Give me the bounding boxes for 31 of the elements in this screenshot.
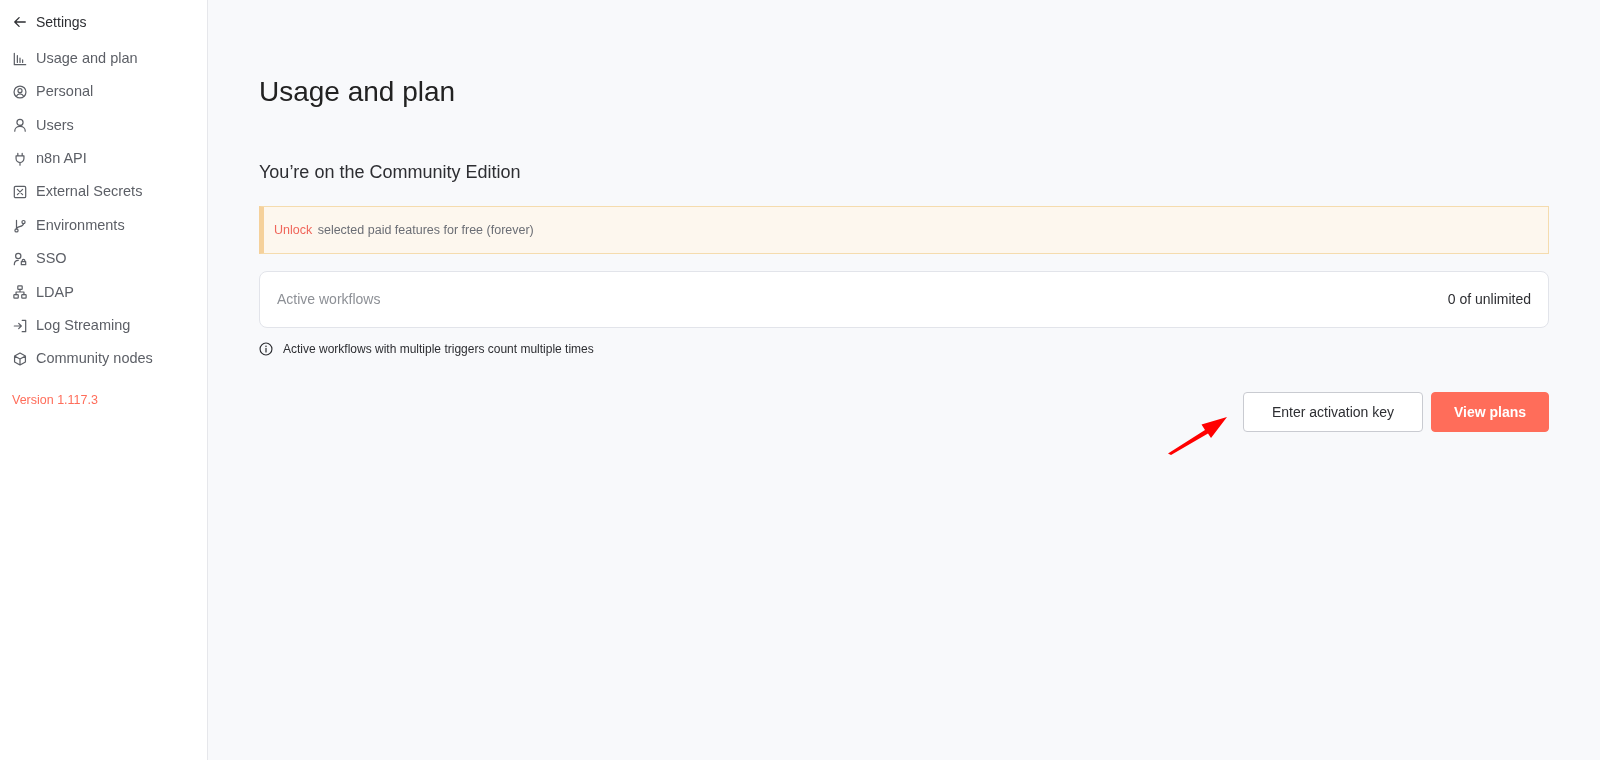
network-icon: [13, 285, 27, 300]
sidebar-item[interactable]: LDAP: [0, 275, 74, 310]
cube-icon: [13, 352, 27, 367]
back-link[interactable]: Settings: [0, 12, 87, 32]
usage-label: Active workflows: [277, 290, 381, 309]
promo-text: Unlock selected paid features for free (forever): [274, 221, 534, 239]
sidebar-item[interactable]: Log Streaming: [0, 309, 131, 343]
sidebar-item[interactable]: Environments: [0, 208, 125, 243]
back-arrow-icon: [13, 15, 27, 29]
square-x-icon: [13, 185, 27, 200]
plug-icon: [13, 151, 27, 166]
sidebar-item[interactable]: Personal: [0, 75, 94, 109]
sidebar-item[interactable]: Community nodes: [0, 342, 153, 376]
plan-heading: You’re on the Community Edition: [259, 161, 522, 183]
user-circle-icon: [13, 85, 27, 100]
sidebar-item[interactable]: Usage and plan: [0, 42, 138, 76]
info-icon: [259, 342, 273, 356]
sidebar-item[interactable]: n8n API: [0, 142, 87, 176]
sidebar-item[interactable]: External Secrets: [0, 175, 143, 209]
bar-chart-icon: [13, 51, 27, 66]
usage-value: 0 of unlimited: [1447, 290, 1531, 309]
sidebar-item[interactable]: Users: [0, 108, 74, 143]
page-title: Usage and plan: [259, 75, 457, 109]
activation-key-button[interactable]: Enter activation key: [1243, 392, 1423, 432]
note-text: Active workflows with multiple triggers count multiple times: [283, 341, 594, 358]
branch-icon: [13, 218, 27, 233]
sign-in-icon: [13, 318, 27, 333]
version-text: Version 1.117.3: [11, 391, 99, 408]
user-lock-icon: [13, 252, 27, 267]
sidebar-item[interactable]: SSO: [0, 242, 67, 276]
user-icon: [13, 118, 27, 133]
